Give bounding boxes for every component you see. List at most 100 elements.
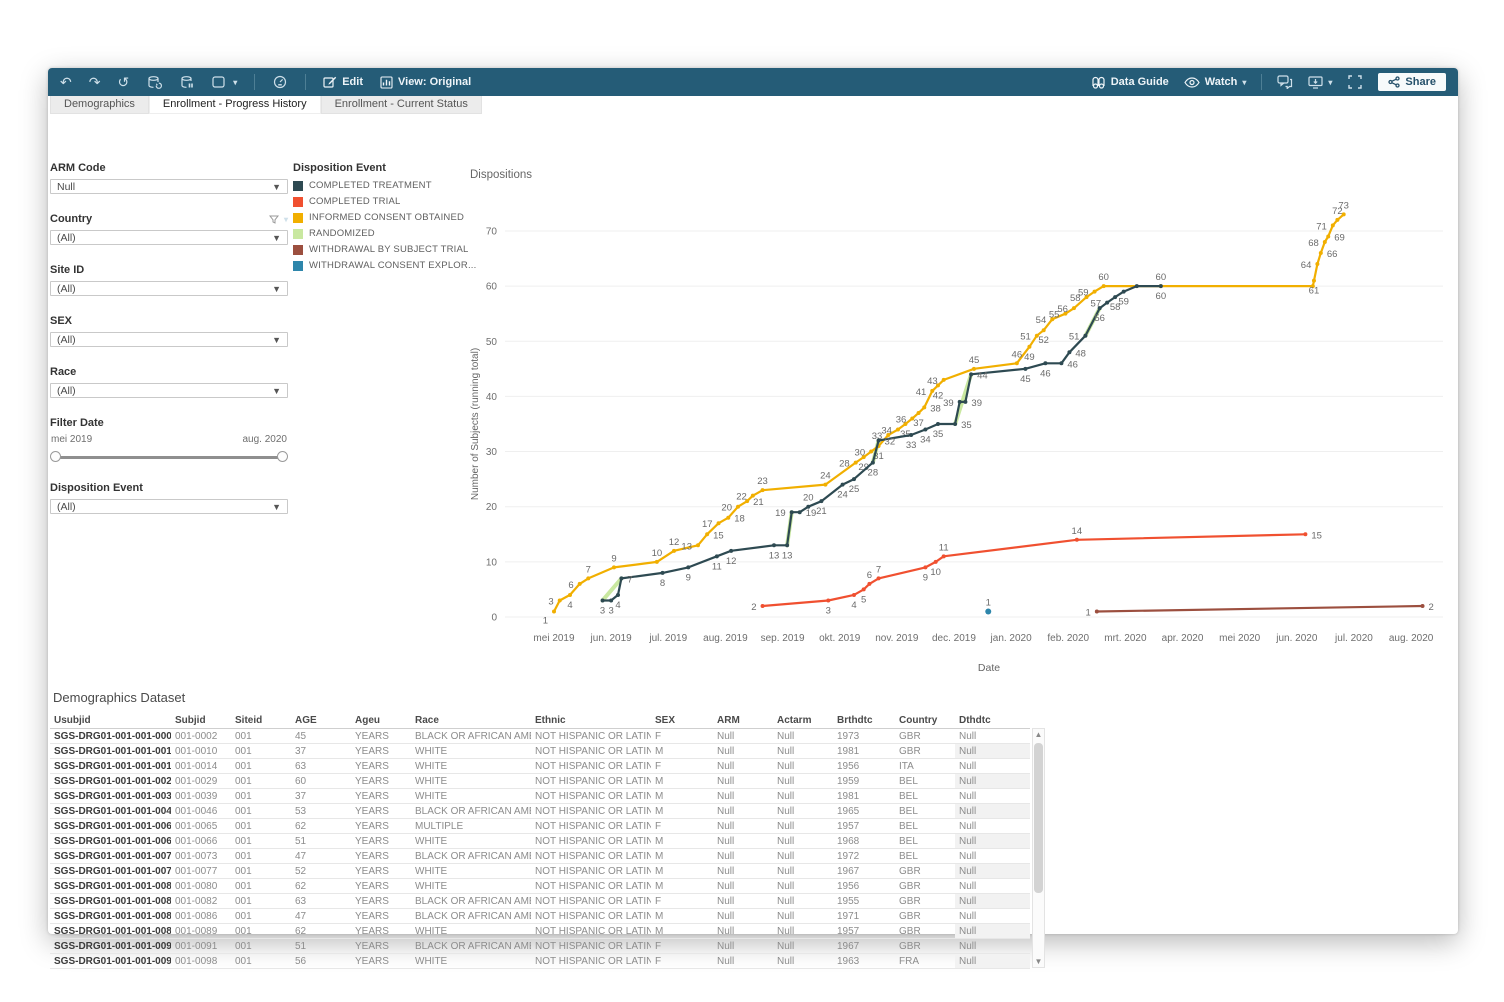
- column-header-ethnic[interactable]: Ethnic: [531, 713, 651, 729]
- slider-handle-start[interactable]: [50, 451, 61, 462]
- data-point[interactable]: [1319, 251, 1323, 255]
- tab-demographics[interactable]: Demographics: [50, 96, 149, 114]
- table-cell[interactable]: Null: [955, 864, 1030, 879]
- download-button[interactable]: ▾: [1308, 76, 1332, 89]
- table-cell[interactable]: YEARS: [351, 924, 411, 939]
- table-row[interactable]: SGS-DRG01-001-001-0065001-006500162YEARS…: [50, 819, 1030, 834]
- table-cell[interactable]: 001: [231, 804, 291, 819]
- table-cell[interactable]: Null: [713, 759, 773, 774]
- data-point[interactable]: [1067, 350, 1071, 354]
- table-cell[interactable]: BEL: [895, 819, 955, 834]
- column-header-arm[interactable]: ARM: [713, 713, 773, 729]
- table-cell[interactable]: Null: [955, 774, 1030, 789]
- table-cell[interactable]: GBR: [895, 729, 955, 744]
- table-row[interactable]: SGS-DRG01-001-001-0089001-008900162YEARS…: [50, 924, 1030, 939]
- table-cell[interactable]: Null: [955, 954, 1030, 969]
- download-caret-icon[interactable]: ▾: [1328, 78, 1332, 87]
- legend-item[interactable]: COMPLETED TRIAL: [293, 196, 463, 207]
- table-cell[interactable]: 001: [231, 759, 291, 774]
- table-cell[interactable]: 63: [291, 759, 351, 774]
- table-cell[interactable]: 001-0080: [171, 879, 231, 894]
- table-cell[interactable]: Null: [773, 759, 833, 774]
- table-cell[interactable]: YEARS: [351, 789, 411, 804]
- funnel-icon[interactable]: [269, 215, 279, 224]
- data-point[interactable]: [686, 565, 690, 569]
- table-cell[interactable]: SGS-DRG01-001-001-0002: [50, 729, 171, 744]
- data-point[interactable]: [917, 411, 921, 415]
- table-cell[interactable]: 001-0066: [171, 834, 231, 849]
- table-cell[interactable]: Null: [713, 849, 773, 864]
- table-cell[interactable]: WHITE: [411, 834, 531, 849]
- filter-menu-caret-icon[interactable]: ▾: [284, 215, 288, 224]
- country-dropdown[interactable]: (All)▼: [50, 230, 288, 245]
- table-cell[interactable]: 001-0082: [171, 894, 231, 909]
- table-cell[interactable]: 1955: [833, 894, 895, 909]
- table-cell[interactable]: F: [651, 939, 713, 954]
- data-point[interactable]: [655, 560, 659, 564]
- table-cell[interactable]: M: [651, 774, 713, 789]
- table-cell[interactable]: BEL: [895, 804, 955, 819]
- data-point[interactable]: [715, 554, 719, 558]
- data-point[interactable]: [862, 587, 866, 591]
- table-cell[interactable]: SGS-DRG01-001-001-0046: [50, 804, 171, 819]
- data-point[interactable]: [1335, 218, 1339, 222]
- table-row[interactable]: SGS-DRG01-001-001-0091001-009100151YEARS…: [50, 939, 1030, 954]
- table-row[interactable]: SGS-DRG01-001-001-0039001-003900137YEARS…: [50, 789, 1030, 804]
- data-point[interactable]: [854, 461, 858, 465]
- data-point[interactable]: [586, 576, 590, 580]
- table-cell[interactable]: M: [651, 924, 713, 939]
- data-point[interactable]: [1105, 301, 1109, 305]
- table-row[interactable]: SGS-DRG01-001-001-0077001-007700152YEARS…: [50, 864, 1030, 879]
- table-cell[interactable]: BEL: [895, 834, 955, 849]
- table-cell[interactable]: YEARS: [351, 909, 411, 924]
- column-header-age[interactable]: AGE: [291, 713, 351, 729]
- data-point[interactable]: [1135, 284, 1139, 288]
- table-cell[interactable]: Null: [773, 954, 833, 969]
- table-cell[interactable]: YEARS: [351, 879, 411, 894]
- data-point[interactable]: [909, 433, 913, 437]
- table-cell[interactable]: M: [651, 834, 713, 849]
- table-cell[interactable]: BLACK OR AFRICAN AMER..: [411, 729, 531, 744]
- table-cell[interactable]: Null: [713, 729, 773, 744]
- table-cell[interactable]: 001-0010: [171, 744, 231, 759]
- data-point[interactable]: [729, 549, 733, 553]
- table-row[interactable]: SGS-DRG01-001-001-0046001-004600153YEARS…: [50, 804, 1030, 819]
- data-point[interactable]: [953, 422, 957, 426]
- table-cell[interactable]: BLACK OR AFRICAN AMER..: [411, 804, 531, 819]
- table-cell[interactable]: NOT HISPANIC OR LATINO: [531, 729, 651, 744]
- table-cell[interactable]: M: [651, 909, 713, 924]
- table-cell[interactable]: 001: [231, 939, 291, 954]
- table-cell[interactable]: F: [651, 759, 713, 774]
- table-cell[interactable]: BEL: [895, 849, 955, 864]
- series-line[interactable]: [763, 534, 1306, 606]
- table-cell[interactable]: 63: [291, 894, 351, 909]
- table-cell[interactable]: 47: [291, 909, 351, 924]
- table-cell[interactable]: 001-0077: [171, 864, 231, 879]
- data-point[interactable]: [1122, 290, 1126, 294]
- tab-enrollment-progress-history[interactable]: Enrollment - Progress History: [149, 96, 321, 114]
- data-point[interactable]: [936, 422, 940, 426]
- data-point[interactable]: [867, 582, 871, 586]
- table-cell[interactable]: Null: [773, 894, 833, 909]
- date-range-slider[interactable]: [50, 451, 288, 463]
- table-cell[interactable]: Null: [713, 834, 773, 849]
- table-cell[interactable]: WHITE: [411, 774, 531, 789]
- table-cell[interactable]: M: [651, 789, 713, 804]
- table-cell[interactable]: GBR: [895, 909, 955, 924]
- table-cell[interactable]: 1967: [833, 939, 895, 954]
- table-cell[interactable]: 51: [291, 939, 351, 954]
- table-cell[interactable]: NOT HISPANIC OR LATINO: [531, 939, 651, 954]
- table-cell[interactable]: 001: [231, 774, 291, 789]
- table-cell[interactable]: 001-0002: [171, 729, 231, 744]
- table-cell[interactable]: YEARS: [351, 729, 411, 744]
- table-cell[interactable]: BEL: [895, 789, 955, 804]
- table-cell[interactable]: WHITE: [411, 789, 531, 804]
- table-cell[interactable]: 62: [291, 819, 351, 834]
- table-cell[interactable]: WHITE: [411, 924, 531, 939]
- table-cell[interactable]: 1959: [833, 774, 895, 789]
- column-header-race[interactable]: Race: [411, 713, 531, 729]
- table-cell[interactable]: 1981: [833, 789, 895, 804]
- table-cell[interactable]: Null: [773, 729, 833, 744]
- table-cell[interactable]: 001-0091: [171, 939, 231, 954]
- table-cell[interactable]: Null: [955, 849, 1030, 864]
